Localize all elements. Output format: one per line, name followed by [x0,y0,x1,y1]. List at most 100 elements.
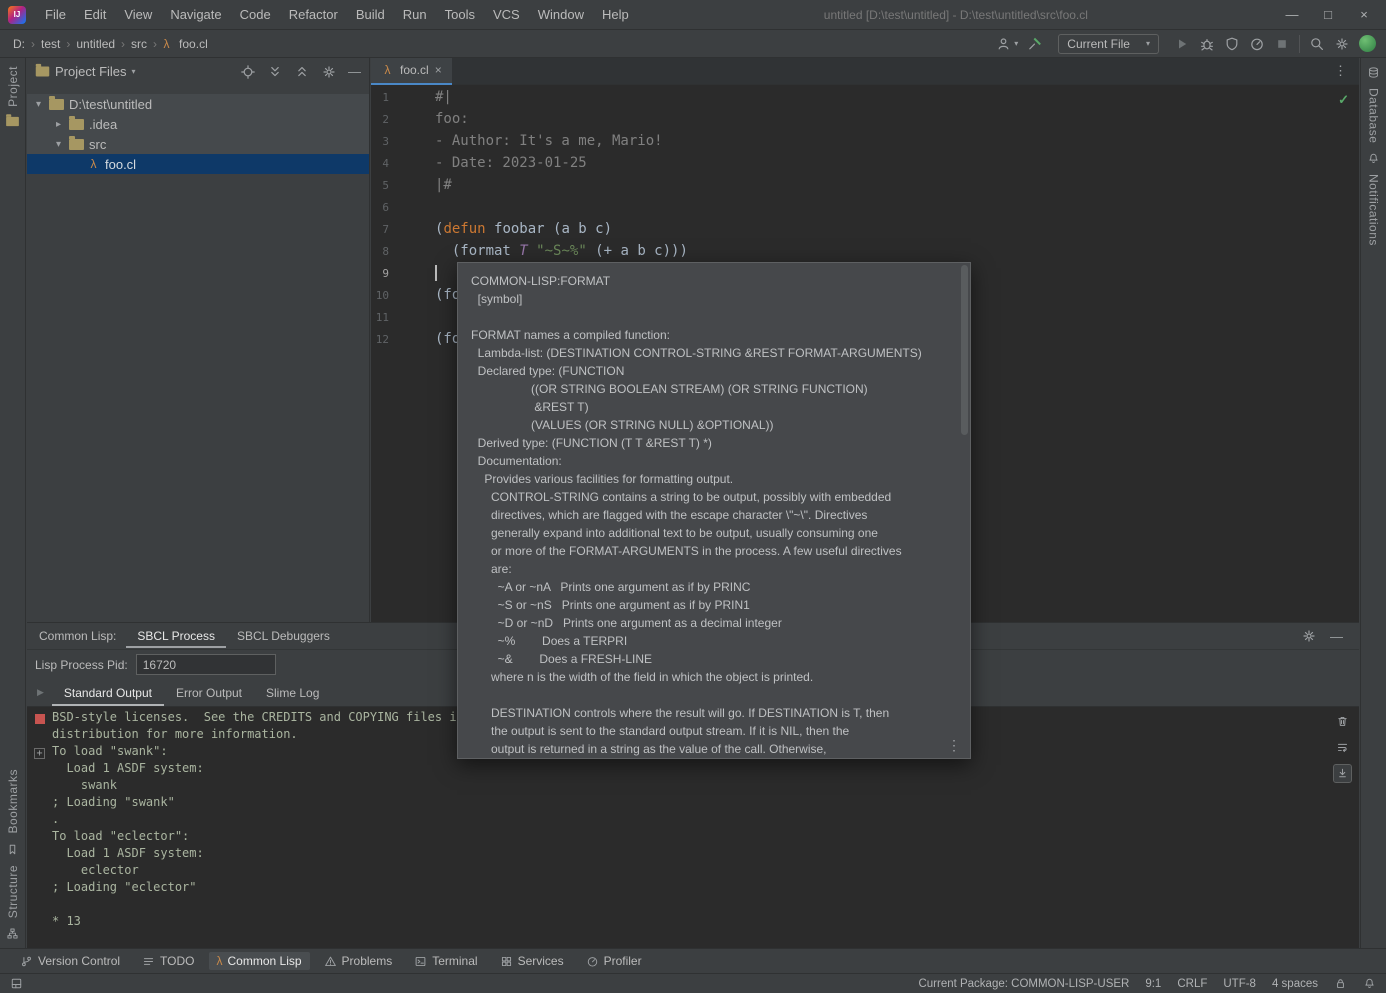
code-line[interactable]: 4- Date: 2023-01-25 [371,152,1359,174]
settings-button[interactable] [1334,36,1350,52]
tool-window-stripe-structure[interactable]: Structure [6,865,20,918]
menu-item[interactable]: Tools [436,0,484,30]
toolwindow-version-control[interactable]: Version Control [12,952,128,970]
profiler-button[interactable] [1249,36,1265,52]
toolwindow-common-lisp[interactable]: λ Common Lisp [209,952,310,970]
tool-window-settings-icon[interactable] [1301,628,1317,644]
breadcrumb-test[interactable]: test [38,35,63,53]
folder-icon[interactable] [6,117,19,126]
menu-item[interactable]: VCS [484,0,529,30]
tool-window-stripe-database[interactable]: Database [1367,88,1381,143]
line-ending-widget[interactable]: CRLF [1177,978,1207,990]
toolwindow-services[interactable]: Services [492,952,572,970]
code-line[interactable]: 7(defun foobar (a b c) [371,218,1359,240]
code-with-me-avatar[interactable] [1359,35,1376,52]
tree-row-src[interactable]: ▾ src [27,134,369,154]
code-line[interactable]: 6 [371,196,1359,218]
tab-error-output[interactable]: Error Output [164,680,254,706]
menu-item[interactable]: Build [347,0,394,30]
chevron-down-icon[interactable]: ▾ [53,139,64,150]
run-configuration-select[interactable]: Current File ▾ [1058,34,1159,54]
code-line[interactable]: 3- Author: It's a me, Mario! [371,130,1359,152]
toolwindow-problems[interactable]: Problems [316,952,401,970]
code-line[interactable]: 5|# [371,174,1359,196]
menu-item[interactable]: Navigate [161,0,230,30]
tab-standard-output[interactable]: Standard Output [52,680,164,706]
tree-row-idea[interactable]: ▸ .idea [27,114,369,134]
menu-item[interactable]: Edit [75,0,115,30]
folder-icon [36,67,50,77]
stop-button[interactable] [1274,36,1290,52]
soft-wrap-button[interactable] [1334,739,1351,756]
code-line[interactable]: 1#| [371,86,1359,108]
editor-tab-foo-cl[interactable]: λ foo.cl × [371,58,452,85]
tab-sbcl-process[interactable]: SBCL Process [126,624,226,648]
tab-slime-log[interactable]: Slime Log [254,680,331,706]
popup-options-icon[interactable]: ⋮ [947,737,961,754]
current-package-widget[interactable]: Current Package: COMMON-LISP-USER [918,978,1129,990]
popup-scrollbar-thumb[interactable] [961,265,968,435]
menu-item[interactable]: Help [593,0,638,30]
menu-item[interactable]: View [115,0,161,30]
tab-sbcl-debuggers[interactable]: SBCL Debuggers [226,624,341,648]
maximize-button[interactable]: □ [1310,0,1346,30]
breadcrumb-file[interactable]: foo.cl [176,35,211,53]
caret-position-widget[interactable]: 9:1 [1145,978,1161,990]
doc-line: Declared type: (FUNCTION [471,362,964,380]
breadcrumb-src[interactable]: src [128,35,150,53]
tool-window-switcher-icon[interactable] [10,977,23,990]
expand-all-icon[interactable] [267,64,283,80]
pid-input[interactable] [136,654,276,675]
tab-options-icon[interactable]: ⋮ [1334,63,1347,79]
debug-button[interactable] [1199,36,1215,52]
toolwindow-terminal[interactable]: Terminal [406,952,485,970]
toolwindow-profiler[interactable]: Profiler [578,952,650,970]
hide-tool-window-icon[interactable]: — [1330,629,1343,644]
structure-icon[interactable] [6,927,19,940]
scroll-to-end-button[interactable] [1334,765,1351,782]
inspection-status-icon[interactable]: ✓ [1338,92,1349,108]
documentation-popup[interactable]: ⋮ COMMON-LISP:FORMAT [symbol]FORMAT name… [457,262,971,759]
build-button[interactable] [1027,36,1043,52]
tree-row-project-root[interactable]: ▾ D:\test\untitled [27,94,369,114]
panel-settings-icon[interactable] [321,64,337,80]
run-button[interactable] [1174,36,1190,52]
encoding-widget[interactable]: UTF-8 [1223,978,1256,990]
search-everywhere-button[interactable] [1309,36,1325,52]
notifications-bell-icon[interactable] [1363,977,1376,990]
tool-window-stripe-bookmarks[interactable]: Bookmarks [6,769,20,834]
bell-icon[interactable] [1367,152,1380,165]
tree-row-foo-cl[interactable]: λ foo.cl [27,154,369,174]
breadcrumb-separator-icon: › [153,37,157,51]
indent-widget[interactable]: 4 spaces [1272,978,1318,990]
clear-console-button[interactable] [1334,713,1351,730]
profile-button[interactable]: ▾ [996,36,1018,52]
project-view-selector[interactable]: Project Files [55,64,127,79]
bookmark-icon[interactable] [6,843,19,856]
code-line[interactable]: 2foo: [371,108,1359,130]
lock-icon[interactable] [1334,977,1347,990]
close-button[interactable]: × [1346,0,1382,30]
breadcrumb-drive[interactable]: D: [10,35,28,53]
menu-item[interactable]: Window [529,0,593,30]
hide-panel-icon[interactable]: — [348,64,361,79]
code-line[interactable]: 8 (format T "~S~%" (+ a b c))) [371,240,1359,262]
tool-window-stripe-project[interactable]: Project [6,66,20,107]
minimize-button[interactable]: — [1274,0,1310,30]
tool-window-stripe-notifications[interactable]: Notifications [1367,174,1381,246]
menu-item[interactable]: File [36,0,75,30]
collapse-all-icon[interactable] [294,64,310,80]
fold-expand-icon[interactable]: + [34,748,45,759]
database-icon[interactable] [1367,66,1380,79]
menu-item[interactable]: Run [394,0,436,30]
chevron-down-icon[interactable]: ▾ [33,99,44,110]
breadcrumb-untitled[interactable]: untitled [73,35,118,53]
tab-close-icon[interactable]: × [435,63,442,77]
locate-file-icon[interactable] [240,64,256,80]
coverage-button[interactable] [1224,36,1240,52]
chevron-right-icon[interactable]: ▸ [53,119,64,130]
menu-item[interactable]: Code [231,0,280,30]
console-line: ; Loading "swank" [52,795,1359,812]
toolwindow-todo[interactable]: TODO [134,952,202,970]
menu-item[interactable]: Refactor [280,0,347,30]
